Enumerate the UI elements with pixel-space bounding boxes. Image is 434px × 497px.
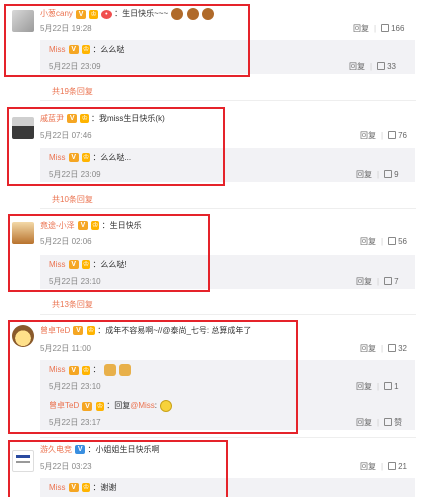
- like-icon[interactable]: [377, 62, 386, 70]
- reply-actions: 回复 | 33: [349, 62, 396, 71]
- reply-button[interactable]: 回复: [356, 382, 372, 391]
- highlight-box: [8, 214, 210, 292]
- like-count: 9: [394, 170, 399, 179]
- like-icon[interactable]: [384, 382, 393, 390]
- divider: [40, 437, 416, 438]
- like-icon[interactable]: [384, 277, 393, 285]
- more-replies-link[interactable]: 共13条回复: [52, 299, 93, 310]
- comment-actions: 回复 | 76: [360, 131, 407, 140]
- divider: [40, 100, 416, 101]
- reply-button[interactable]: 回复: [360, 344, 376, 353]
- reply-button[interactable]: 回复: [360, 237, 376, 246]
- reply-button[interactable]: 回复: [356, 170, 372, 179]
- like-count: 56: [398, 237, 407, 246]
- like-count: 33: [387, 62, 396, 71]
- like-count: 76: [398, 131, 407, 140]
- like-icon[interactable]: [388, 462, 397, 470]
- highlight-box: [7, 107, 225, 186]
- like-label: 赞: [394, 418, 403, 427]
- reply-button[interactable]: 回复: [360, 131, 376, 140]
- comment-actions: 回复 | 56: [360, 237, 407, 246]
- divider: [40, 208, 416, 209]
- reply-button[interactable]: 回复: [356, 277, 372, 286]
- highlight-box: [8, 320, 298, 434]
- like-icon[interactable]: [384, 418, 393, 426]
- like-icon[interactable]: [388, 237, 397, 245]
- reply-button[interactable]: 回复: [356, 418, 372, 427]
- like-icon[interactable]: [388, 344, 397, 352]
- comment-actions: 回复 | 32: [360, 344, 407, 353]
- like-count: 7: [394, 277, 399, 286]
- like-icon[interactable]: [388, 131, 397, 139]
- reply-actions: 回复 | 赞: [356, 418, 403, 427]
- comment-actions: 回复 | 166: [353, 24, 405, 33]
- reply-actions: 回复 | 7: [356, 277, 399, 286]
- like-icon[interactable]: [381, 24, 390, 32]
- like-count: 1: [394, 382, 399, 391]
- like-icon[interactable]: [384, 170, 393, 178]
- more-replies-link[interactable]: 共19条回复: [52, 86, 93, 97]
- reply-actions: 回复 | 9: [356, 170, 399, 179]
- reply-button[interactable]: 回复: [353, 24, 369, 33]
- like-count: 21: [398, 462, 407, 471]
- more-replies-link[interactable]: 共10条回复: [52, 194, 93, 205]
- highlight-box: [4, 4, 250, 77]
- highlight-box: [8, 440, 228, 497]
- comment-actions: 回复 | 21: [360, 462, 407, 471]
- reply-button[interactable]: 回复: [349, 62, 365, 71]
- reply-actions: 回复 | 1: [356, 382, 399, 391]
- reply-button[interactable]: 回复: [360, 462, 376, 471]
- divider: [40, 314, 416, 315]
- like-count: 166: [391, 24, 405, 33]
- like-count: 32: [398, 344, 407, 353]
